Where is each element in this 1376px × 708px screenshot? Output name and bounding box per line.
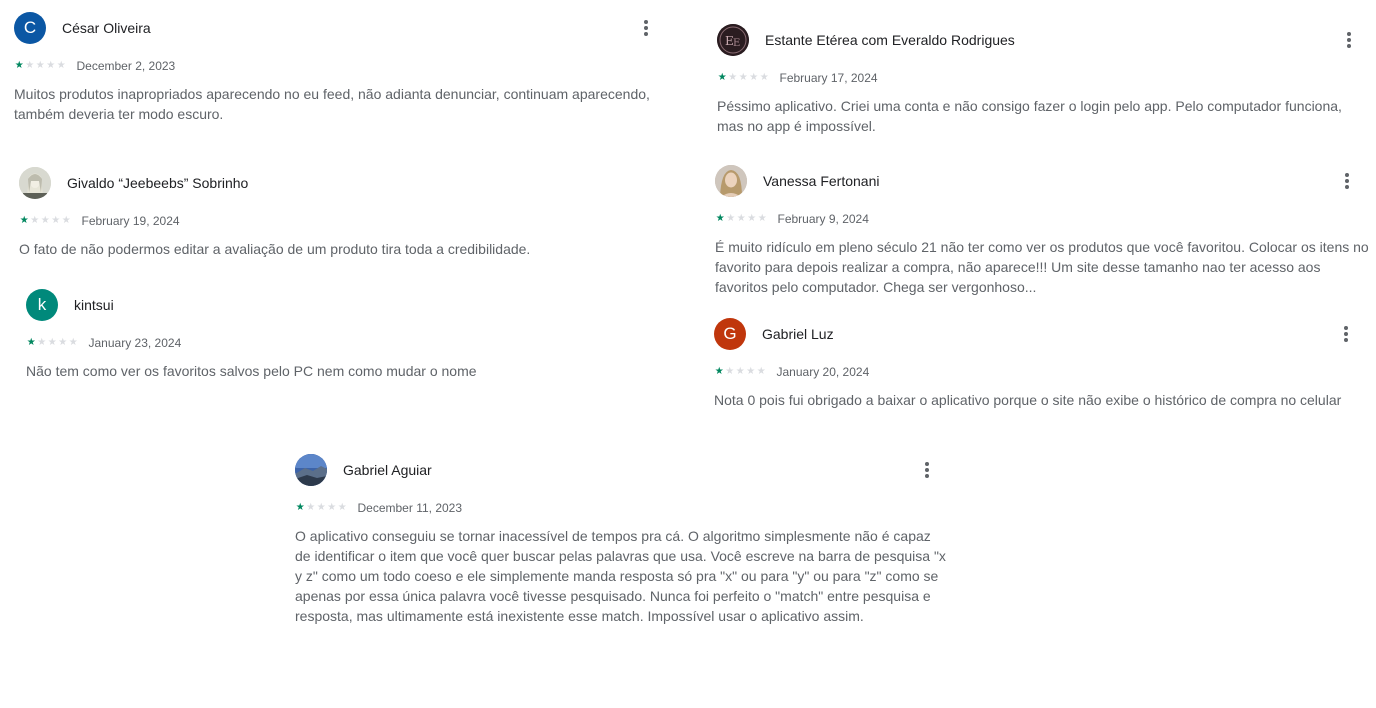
avatar-initial: G	[723, 324, 737, 343]
review-card: G Gabriel Luz ★ ★ ★ ★ ★ January 20, 2024…	[714, 318, 1374, 410]
more-options-icon[interactable]	[634, 16, 658, 40]
star-empty-icon: ★	[61, 215, 71, 226]
star-empty-icon: ★	[47, 337, 57, 348]
star-filled-icon: ★	[19, 215, 29, 226]
review-author: Gabriel Luz	[762, 326, 834, 342]
review-text: Muitos produtos inapropriados aparecendo…	[14, 86, 650, 122]
star-empty-icon: ★	[738, 72, 748, 83]
avatar-initial: C	[23, 18, 37, 37]
star-empty-icon: ★	[306, 502, 316, 513]
more-options-icon[interactable]	[915, 458, 939, 482]
star-empty-icon: ★	[51, 215, 61, 226]
review-author: kintsui	[74, 297, 114, 313]
star-empty-icon: ★	[757, 213, 767, 224]
review-date: February 9, 2024	[777, 212, 869, 226]
star-filled-icon: ★	[295, 502, 305, 513]
star-filled-icon: ★	[14, 60, 24, 71]
review-card: C César Oliveira ★ ★ ★ ★ ★ December 2, 2…	[14, 12, 674, 124]
star-empty-icon: ★	[58, 337, 68, 348]
star-empty-icon: ★	[35, 60, 45, 71]
star-rating: ★ ★ ★ ★ ★	[717, 73, 770, 83]
review-text: Não tem como ver os favoritos salvos pel…	[26, 363, 477, 379]
star-rating: ★ ★ ★ ★ ★	[714, 367, 767, 377]
star-empty-icon: ★	[68, 337, 78, 348]
star-empty-icon: ★	[747, 213, 757, 224]
review-card: k kintsui ★ ★ ★ ★ ★ January 23, 2024 Não…	[26, 289, 686, 381]
review-text: O fato de não podermos editar a avaliaçã…	[19, 241, 531, 257]
landscape-photo-avatar-icon	[295, 454, 327, 486]
review-date: February 17, 2024	[779, 71, 878, 85]
review-text: É muito ridículo em pleno século 21 não …	[715, 239, 1369, 295]
logo-avatar-icon: E E	[717, 24, 749, 56]
star-rating: ★ ★ ★ ★ ★	[295, 503, 348, 513]
more-options-icon[interactable]	[1337, 28, 1361, 52]
star-rating: ★ ★ ★ ★ ★	[26, 338, 79, 348]
review-card: Vanessa Fertonani ★ ★ ★ ★ ★ February 9, …	[715, 165, 1375, 297]
star-empty-icon: ★	[40, 215, 50, 226]
review-author: César Oliveira	[62, 20, 151, 36]
star-rating: ★ ★ ★ ★ ★	[715, 214, 768, 224]
star-empty-icon: ★	[726, 213, 736, 224]
review-author: Gabriel Aguiar	[343, 462, 432, 478]
star-empty-icon: ★	[56, 60, 66, 71]
review-date: December 2, 2023	[76, 59, 176, 73]
star-empty-icon: ★	[735, 366, 745, 377]
star-empty-icon: ★	[759, 72, 769, 83]
review-date: January 23, 2024	[88, 336, 182, 350]
star-rating: ★ ★ ★ ★ ★	[19, 216, 72, 226]
more-options-icon[interactable]	[1335, 169, 1359, 193]
star-empty-icon: ★	[327, 502, 337, 513]
star-filled-icon: ★	[714, 366, 724, 377]
anime-character-avatar-icon	[19, 167, 51, 199]
avatar: C	[14, 12, 46, 44]
review-date: February 19, 2024	[81, 214, 180, 228]
star-empty-icon: ★	[746, 366, 756, 377]
avatar: G	[714, 318, 746, 350]
star-empty-icon: ★	[25, 60, 35, 71]
star-empty-icon: ★	[37, 337, 47, 348]
review-author: Vanessa Fertonani	[763, 173, 880, 189]
svg-text:E: E	[733, 38, 740, 49]
star-empty-icon: ★	[316, 502, 326, 513]
review-card: Gabriel Aguiar ★ ★ ★ ★ ★ December 11, 20…	[295, 454, 950, 626]
review-author: Estante Etérea com Everaldo Rodrigues	[765, 32, 1015, 48]
star-empty-icon: ★	[756, 366, 766, 377]
star-filled-icon: ★	[26, 337, 36, 348]
star-empty-icon: ★	[736, 213, 746, 224]
avatar: k	[26, 289, 58, 321]
review-date: December 11, 2023	[357, 501, 463, 515]
review-date: January 20, 2024	[776, 365, 870, 379]
star-empty-icon: ★	[46, 60, 56, 71]
review-text: O aplicativo conseguiu se tornar inacess…	[295, 528, 946, 624]
star-empty-icon: ★	[725, 366, 735, 377]
person-photo-avatar-icon	[715, 165, 747, 197]
star-rating: ★ ★ ★ ★ ★	[14, 61, 67, 71]
star-empty-icon: ★	[749, 72, 759, 83]
review-card: E E Estante Etérea com Everaldo Rodrigue…	[717, 24, 1372, 136]
review-card: Givaldo “Jeebeebs” Sobrinho ★ ★ ★ ★ ★ Fe…	[19, 167, 679, 259]
review-author: Givaldo “Jeebeebs” Sobrinho	[67, 175, 249, 191]
star-empty-icon: ★	[30, 215, 40, 226]
review-text: Nota 0 pois fui obrigado a baixar o apli…	[714, 392, 1342, 408]
star-empty-icon: ★	[337, 502, 347, 513]
star-filled-icon: ★	[715, 213, 725, 224]
star-filled-icon: ★	[717, 72, 727, 83]
more-options-icon[interactable]	[1334, 322, 1358, 346]
review-text: Péssimo aplicativo. Criei uma conta e nã…	[717, 98, 1342, 134]
avatar-initial: k	[37, 295, 47, 314]
star-empty-icon: ★	[728, 72, 738, 83]
